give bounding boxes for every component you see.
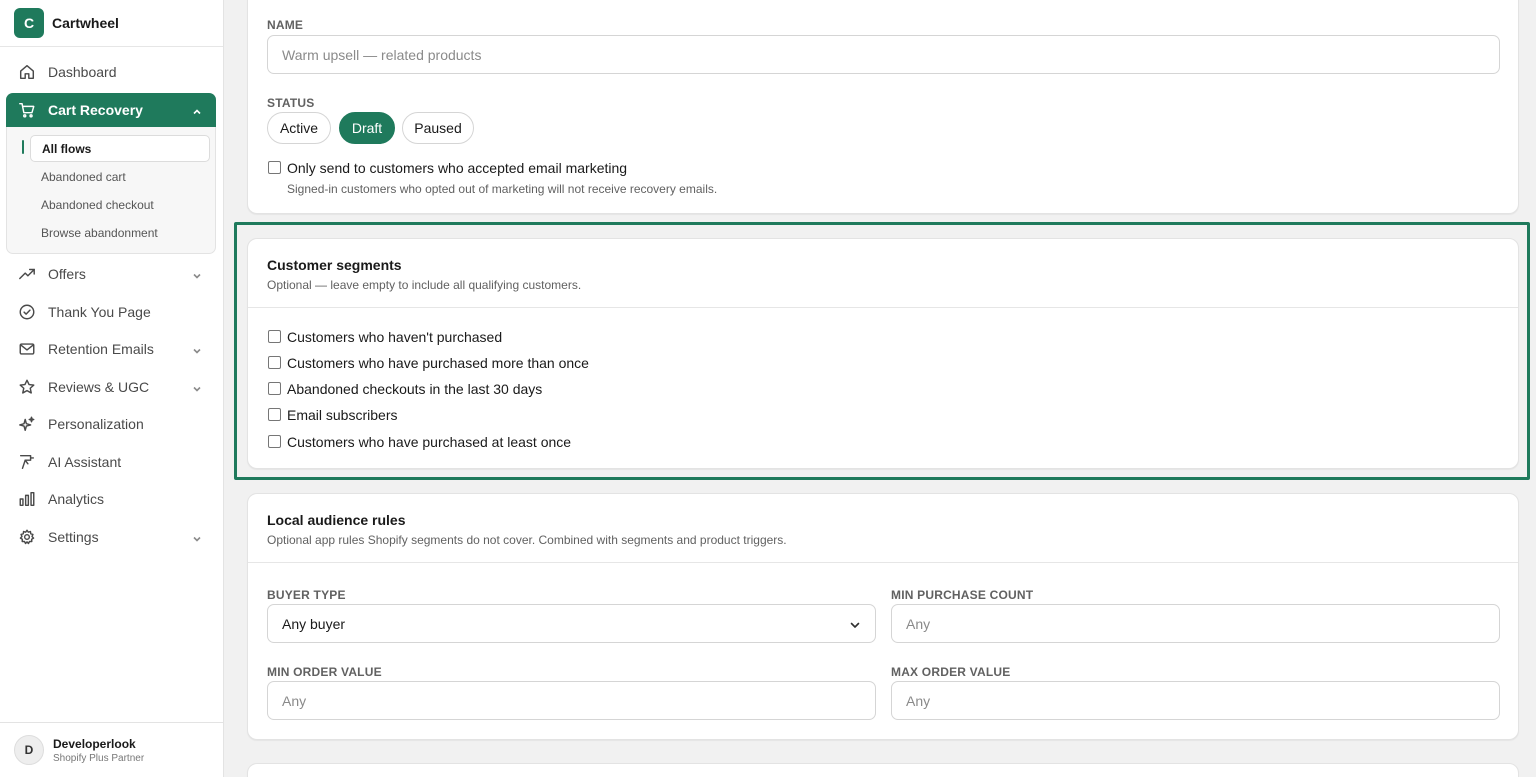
- home-icon: [18, 63, 36, 81]
- status-paused-pill[interactable]: Paused: [402, 112, 474, 144]
- user-profile[interactable]: D Developerlook Shopify Plus Partner: [0, 722, 224, 777]
- segment-option-label: Customers who have purchased at least on…: [287, 434, 572, 450]
- segment-option-label: Abandoned checkouts in the last 30 days: [287, 381, 543, 397]
- marketing-checkbox[interactable]: [268, 161, 281, 174]
- nav-item-thank-you[interactable]: Thank You Page: [6, 295, 216, 329]
- divider: [248, 307, 1518, 308]
- segment-checkbox[interactable]: [268, 382, 281, 395]
- segment-option-label: Customers who haven't purchased: [287, 329, 503, 345]
- marketing-checkbox-label: Only send to customers who accepted emai…: [287, 160, 628, 176]
- app-logo: C: [14, 8, 44, 38]
- mail-icon: [18, 340, 36, 358]
- buyer-type-value: Any buyer: [282, 615, 346, 632]
- min-order-label: MIN ORDER VALUE: [267, 665, 382, 679]
- nav-item-ai-assistant[interactable]: AI Assistant: [6, 445, 216, 479]
- chevron-down-icon: [192, 531, 202, 542]
- nav-item-cart-recovery[interactable]: Cart Recovery: [6, 93, 216, 127]
- sub-item-abandoned-cart[interactable]: Abandoned cart: [30, 163, 210, 190]
- chevron-down-icon: [192, 381, 202, 392]
- segment-option-label: Email subscribers: [287, 407, 398, 423]
- nav-label: Offers: [48, 266, 86, 282]
- active-indicator: [22, 140, 24, 154]
- nav-label: AI Assistant: [48, 454, 122, 470]
- nav-item-offers[interactable]: Offers: [6, 257, 216, 291]
- nav-label: Analytics: [48, 491, 105, 507]
- segment-checkbox[interactable]: [268, 356, 281, 369]
- buyer-type-select[interactable]: Any buyer: [267, 604, 876, 643]
- status-label: STATUS: [267, 96, 315, 110]
- audience-title: Local audience rules: [267, 512, 406, 528]
- min-purchase-label: MIN PURCHASE COUNT: [891, 588, 1034, 602]
- status-draft-pill[interactable]: Draft: [339, 112, 395, 144]
- nav-item-retention-emails[interactable]: Retention Emails: [6, 332, 216, 366]
- bar-chart-icon: [18, 490, 36, 508]
- flow-name-input[interactable]: Warm upsell — related products: [267, 35, 1500, 74]
- sparkles-icon: [18, 415, 36, 433]
- audience-rules-card: Local audience rules Optional app rules …: [247, 493, 1519, 740]
- segments-title: Customer segments: [267, 257, 402, 273]
- min-order-value-input[interactable]: Any: [267, 681, 876, 720]
- star-icon: [18, 378, 36, 396]
- segment-checkbox[interactable]: [268, 408, 281, 421]
- sub-item-all-flows[interactable]: All flows: [30, 135, 210, 162]
- check-circle-icon: [18, 303, 36, 321]
- nav-item-settings[interactable]: Settings: [6, 520, 216, 554]
- next-card: [247, 763, 1519, 777]
- sidebar: C Cartwheel Dashboard Cart Recovery All …: [0, 0, 224, 777]
- segment-checkbox[interactable]: [268, 435, 281, 448]
- nav-label: Retention Emails: [48, 341, 154, 357]
- chevron-down-icon: [849, 618, 861, 630]
- general-card: NAME Warm upsell — related products STAT…: [247, 0, 1519, 214]
- min-purchase-count-input[interactable]: Any: [891, 604, 1500, 643]
- max-order-label: MAX ORDER VALUE: [891, 665, 1011, 679]
- avatar: D: [14, 735, 44, 765]
- nav-item-personalization[interactable]: Personalization: [6, 407, 216, 441]
- cart-icon: [18, 101, 36, 119]
- nav-label: Thank You Page: [48, 304, 151, 320]
- ai-assistant-icon: [18, 453, 36, 471]
- status-active-pill[interactable]: Active: [267, 112, 331, 144]
- sub-item-browse-abandonment[interactable]: Browse abandonment: [30, 219, 210, 246]
- nav-item-reviews[interactable]: Reviews & UGC: [6, 370, 216, 404]
- nav-label: Dashboard: [48, 64, 117, 80]
- name-label: NAME: [267, 18, 304, 32]
- brand[interactable]: C Cartwheel: [0, 0, 223, 47]
- customer-segments-card: Customer segments Optional — leave empty…: [247, 238, 1519, 469]
- nav-label: Settings: [48, 529, 99, 545]
- sub-item-abandoned-checkout[interactable]: Abandoned checkout: [30, 191, 210, 218]
- nav-label: Reviews & UGC: [48, 379, 150, 395]
- segments-subtitle: Optional — leave empty to include all qu…: [267, 278, 582, 292]
- audience-subtitle: Optional app rules Shopify segments do n…: [267, 533, 787, 547]
- segment-option-label: Customers who have purchased more than o…: [287, 355, 589, 371]
- trending-up-icon: [18, 265, 36, 283]
- user-name: Developerlook: [53, 736, 136, 751]
- gear-icon: [18, 528, 36, 546]
- nav-label: Cart Recovery: [48, 102, 143, 118]
- app-name: Cartwheel: [52, 15, 119, 31]
- segment-checkbox[interactable]: [268, 330, 281, 343]
- nav-item-dashboard[interactable]: Dashboard: [6, 55, 216, 89]
- marketing-help-text: Signed-in customers who opted out of mar…: [287, 182, 718, 196]
- cart-recovery-group: Cart Recovery All flows Abandoned cart A…: [6, 93, 216, 254]
- nav-label: Personalization: [48, 416, 144, 432]
- divider: [248, 562, 1518, 563]
- nav-item-analytics[interactable]: Analytics: [6, 482, 216, 516]
- max-order-value-input[interactable]: Any: [891, 681, 1500, 720]
- user-role: Shopify Plus Partner: [53, 752, 145, 764]
- chevron-down-icon: [192, 343, 202, 354]
- chevron-up-icon: [192, 104, 202, 115]
- chevron-down-icon: [192, 268, 202, 279]
- buyer-type-label: BUYER TYPE: [267, 588, 346, 602]
